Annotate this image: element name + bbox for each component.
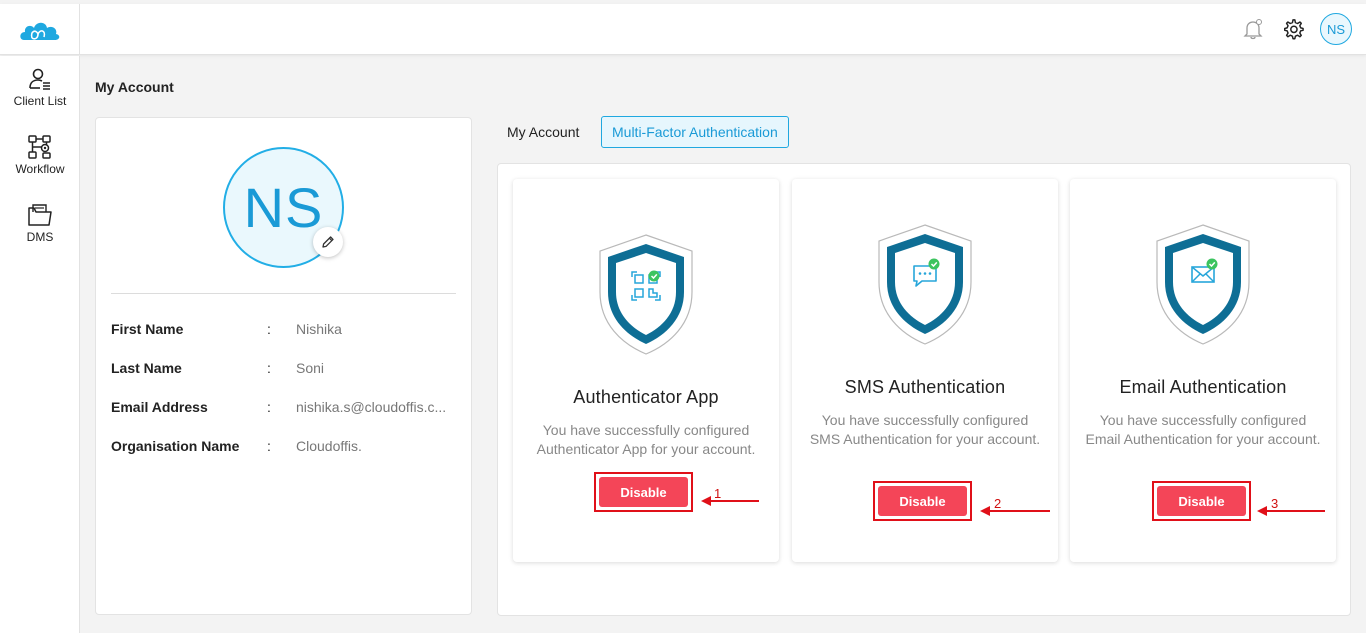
- disable-sms-authentication-button[interactable]: Disable: [878, 486, 967, 516]
- first-name-label: First Name: [111, 321, 184, 337]
- disable-email-authentication-button[interactable]: Disable: [1157, 486, 1246, 516]
- annotation-box-3: Disable: [1152, 481, 1251, 521]
- colon: :: [267, 321, 271, 337]
- sidebar-item-label: DMS: [26, 230, 54, 244]
- profile-card: NS First Name : Nishika Last Name : Soni…: [95, 117, 472, 615]
- gear-icon[interactable]: [1280, 16, 1306, 42]
- chat-shield-icon: [878, 224, 972, 345]
- workflow-icon: [28, 135, 51, 159]
- card-title: Email Authentication: [1119, 377, 1287, 397]
- card-title: SMS Authentication: [844, 377, 1006, 397]
- page-title: My Account: [95, 79, 174, 95]
- card-description: You have successfully configured Authent…: [536, 422, 756, 457]
- email-row: Email Address : nishika.s@cloudoffis.c..…: [111, 399, 456, 419]
- edit-avatar-button[interactable]: [313, 227, 343, 257]
- card-description: You have successfully configured Email A…: [1085, 412, 1321, 447]
- sidebar-item-client-list[interactable]: Client List: [0, 66, 80, 108]
- sidebar-item-workflow[interactable]: Workflow: [0, 134, 80, 176]
- first-name-value: Nishika: [296, 321, 342, 337]
- tab-my-account[interactable]: My Account: [507, 124, 579, 140]
- annotation-arrow-icon: [701, 496, 759, 506]
- card-title: Authenticator App: [573, 387, 719, 407]
- envelope-shield-icon: [1156, 224, 1250, 345]
- logo-cell[interactable]: [0, 4, 80, 55]
- organisation-label: Organisation Name: [111, 438, 240, 454]
- organisation-row: Organisation Name : Cloudoffis.: [111, 438, 456, 458]
- last-name-label: Last Name: [111, 360, 182, 376]
- user-list-icon: [29, 68, 50, 90]
- first-name-row: First Name : Nishika: [111, 321, 456, 341]
- annotation-box-2: Disable: [873, 481, 972, 521]
- card-description: You have successfully configured SMS Aut…: [809, 412, 1041, 447]
- disable-authenticator-app-button[interactable]: Disable: [599, 477, 688, 507]
- colon: :: [267, 360, 271, 376]
- sidebar-item-label: Workflow: [15, 162, 65, 176]
- tab-multi-factor-authentication[interactable]: Multi-Factor Authentication: [601, 116, 789, 148]
- organisation-value: Cloudoffis.: [296, 438, 362, 454]
- email-label: Email Address: [111, 399, 208, 415]
- last-name-value: Soni: [296, 360, 325, 376]
- annotation-arrow-icon: [980, 506, 1050, 516]
- annotation-box-1: Disable: [594, 472, 693, 512]
- folder-icon: [28, 204, 52, 226]
- profile-divider: [111, 293, 456, 294]
- last-name-row: Last Name : Soni: [111, 360, 456, 380]
- colon: :: [267, 399, 271, 415]
- pencil-icon: [322, 236, 334, 248]
- top-bar: NS: [0, 4, 1366, 55]
- colon: :: [267, 438, 271, 454]
- bell-icon[interactable]: [1240, 16, 1266, 42]
- sidebar-item-label: Client List: [13, 94, 67, 108]
- sidebar: Client List Workflow DMS: [0, 56, 80, 633]
- annotation-arrow-icon: [1257, 506, 1325, 516]
- qr-code-shield-icon: [599, 234, 693, 355]
- email-value: nishika.s@cloudoffis.c...: [296, 399, 447, 415]
- cloud-logo-icon[interactable]: [18, 16, 62, 44]
- user-avatar[interactable]: NS: [1320, 13, 1352, 45]
- sidebar-item-dms[interactable]: DMS: [0, 202, 80, 244]
